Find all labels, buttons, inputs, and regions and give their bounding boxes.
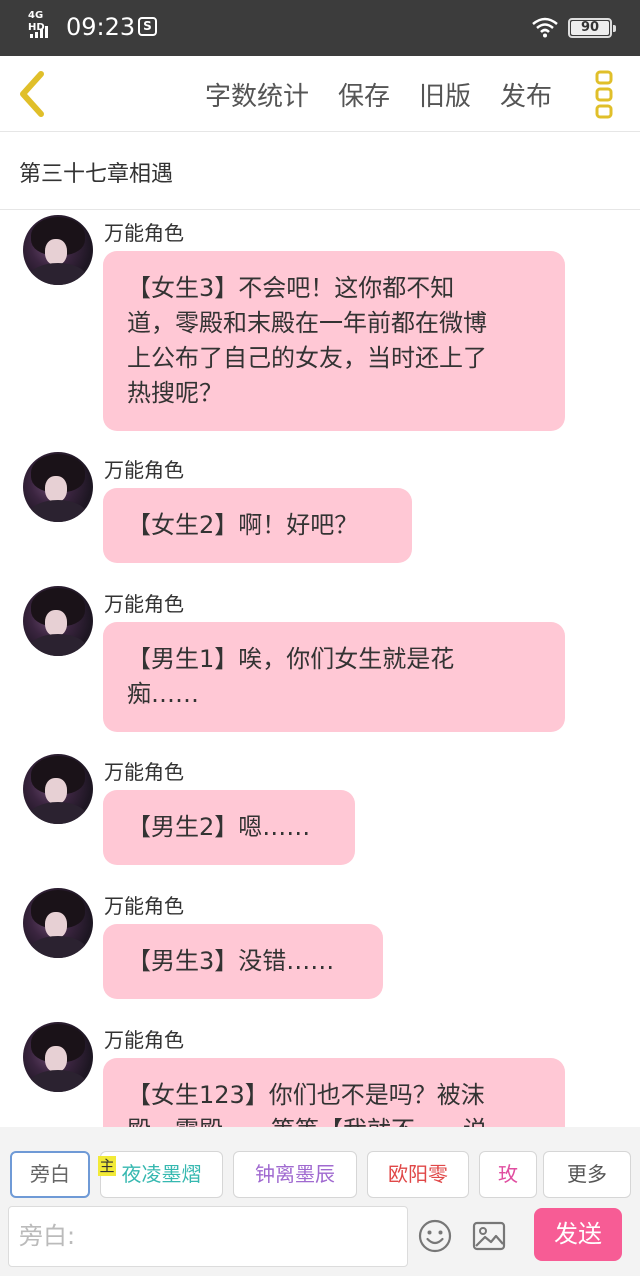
editor-toolbar: 字数统计 保存 旧版 发布	[0, 56, 640, 132]
save-button[interactable]: 保存	[338, 76, 390, 113]
status-time: 09:23	[66, 13, 136, 41]
sender-name: 万能角色	[104, 592, 184, 616]
avatar[interactable]	[23, 888, 93, 958]
message-bubble[interactable]: 【男生2】嗯……	[103, 790, 355, 865]
message-line: 【男生2】嗯……	[127, 813, 311, 841]
more-characters-button[interactable]: 更多	[543, 1151, 631, 1198]
message-line: 【男生3】没错……	[127, 947, 335, 975]
avatar[interactable]	[23, 1022, 93, 1092]
message-line: 【女生2】啊！好吧？	[127, 511, 359, 539]
message-bubble[interactable]: 【男生1】唉，你们女生就是花 痴……	[103, 622, 565, 732]
sender-name: 万能角色	[104, 894, 184, 918]
sender-name: 万能角色	[104, 1028, 184, 1052]
character-narrator[interactable]: 旁白	[10, 1151, 90, 1198]
avatar[interactable]	[23, 754, 93, 824]
main-character-badge: 主	[98, 1156, 116, 1176]
chevron-left-icon[interactable]	[14, 68, 54, 120]
message-line: 【女生123】你们也不是吗？被沫	[127, 1081, 485, 1109]
send-button[interactable]: 发送	[534, 1208, 622, 1261]
message-line: 殿、零殿……等等【我就不……说	[127, 1113, 541, 1127]
message-line: 上公布了自己的女友，当时还上了	[127, 344, 487, 372]
message-bubble[interactable]: 【女生123】你们也不是吗？被沫 殿、零殿……等等【我就不……说	[103, 1058, 565, 1127]
message-bubble[interactable]: 【男生3】没错……	[103, 924, 383, 999]
message-line: 道，零殿和末殿在一年前都在微博	[127, 309, 487, 337]
old-version-button[interactable]: 旧版	[419, 76, 471, 113]
message-line: 【男生1】唉，你们女生就是花	[127, 645, 455, 673]
status-bar: 4G HD 09:23 S 90	[0, 0, 640, 56]
wifi-icon	[532, 17, 558, 38]
image-icon[interactable]	[472, 1220, 506, 1252]
character-zhonglimochen[interactable]: 钟离墨辰	[233, 1151, 357, 1198]
sender-name: 万能角色	[104, 458, 184, 482]
avatar[interactable]	[23, 586, 93, 656]
publish-button[interactable]: 发布	[500, 76, 552, 113]
battery-level: 90	[580, 20, 600, 35]
avatar[interactable]	[23, 452, 93, 522]
chat-list[interactable]: 万能角色 【女生3】不会吧！这你都不知 道，零殿和末殿在一年前都在微博 上公布了…	[0, 211, 640, 1127]
message-bubble[interactable]: 【女生3】不会吧！这你都不知 道，零殿和末殿在一年前都在微博 上公布了自己的女友…	[103, 251, 565, 431]
message-line: 热搜呢？	[127, 379, 223, 407]
sender-name: 万能角色	[104, 760, 184, 784]
character-yelingmoyi[interactable]: 夜凌墨熠	[100, 1151, 223, 1198]
notification-icon: S	[138, 17, 157, 36]
input-row: 旁白: 发送	[0, 1203, 640, 1276]
chapter-title: 第三十七章相遇	[19, 162, 174, 187]
three-dots-vertical-icon[interactable]	[592, 70, 618, 120]
avatar[interactable]	[23, 215, 93, 285]
toolbar-actions: 字数统计 保存 旧版 发布	[176, 56, 552, 132]
message-input[interactable]: 旁白:	[8, 1206, 408, 1267]
battery-icon: 90	[568, 18, 616, 38]
sender-name: 万能角色	[104, 221, 184, 245]
character-bar: 旁白 夜凌墨熠 主 钟离墨辰 欧阳零 玫 更多	[0, 1127, 640, 1203]
message-line: 痴……	[127, 680, 199, 708]
character-ouyangling[interactable]: 欧阳零	[367, 1151, 469, 1198]
chapter-header[interactable]: 第三十七章相遇	[0, 132, 640, 210]
smiley-face-icon[interactable]	[418, 1219, 452, 1253]
word-count-button[interactable]: 字数统计	[205, 76, 309, 113]
message-line: 【女生3】不会吧！这你都不知	[127, 274, 455, 302]
signal-icon: 4G HD	[28, 10, 62, 40]
message-bubble[interactable]: 【女生2】啊！好吧？	[103, 488, 412, 563]
character-mei[interactable]: 玫	[479, 1151, 537, 1198]
